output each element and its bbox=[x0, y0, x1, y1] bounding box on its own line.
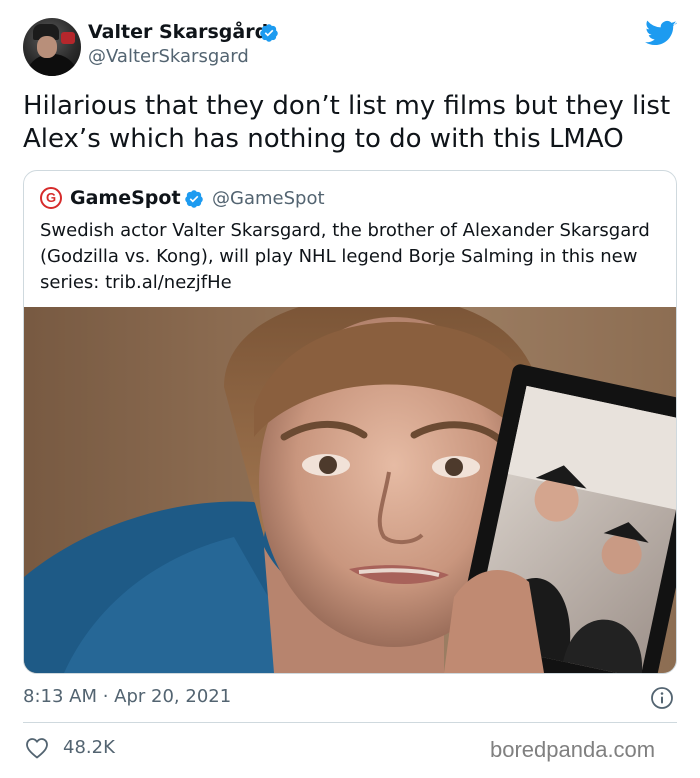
author-handle[interactable]: @ValterSkarsgard bbox=[88, 46, 249, 68]
verified-badge-icon bbox=[260, 24, 278, 42]
footer-divider bbox=[23, 722, 677, 723]
author-display-name[interactable]: Valter Skarsgård bbox=[88, 20, 268, 44]
avatar-jacket bbox=[25, 54, 79, 76]
watermark: boredpanda.com bbox=[490, 737, 656, 762]
quoted-tweet-media[interactable] bbox=[24, 307, 676, 673]
heart-icon[interactable] bbox=[25, 737, 49, 759]
twitter-bird-icon[interactable] bbox=[645, 20, 677, 48]
media-illustration bbox=[24, 307, 676, 673]
quoted-tweet-card[interactable]: G GameSpot @GameSpot Swedish actor Valte… bbox=[23, 170, 677, 674]
info-icon[interactable] bbox=[650, 686, 674, 710]
like-count[interactable]: 48.2K bbox=[63, 736, 115, 760]
quoted-tweet-text: Swedish actor Valter Skarsgard, the brot… bbox=[40, 220, 650, 293]
avatar-face bbox=[37, 36, 57, 58]
verified-badge-icon bbox=[185, 190, 203, 208]
avatar-accent bbox=[61, 32, 75, 44]
avatar[interactable] bbox=[23, 18, 81, 76]
tweet-text: Hilarious that they don’t list my films … bbox=[23, 91, 671, 154]
gamespot-logo[interactable]: G bbox=[40, 187, 62, 209]
quoted-display-name[interactable]: GameSpot bbox=[70, 186, 181, 210]
tweet-timestamp[interactable]: 8:13 AM · Apr 20, 2021 bbox=[23, 685, 231, 709]
quoted-handle[interactable]: @GameSpot bbox=[212, 187, 325, 211]
